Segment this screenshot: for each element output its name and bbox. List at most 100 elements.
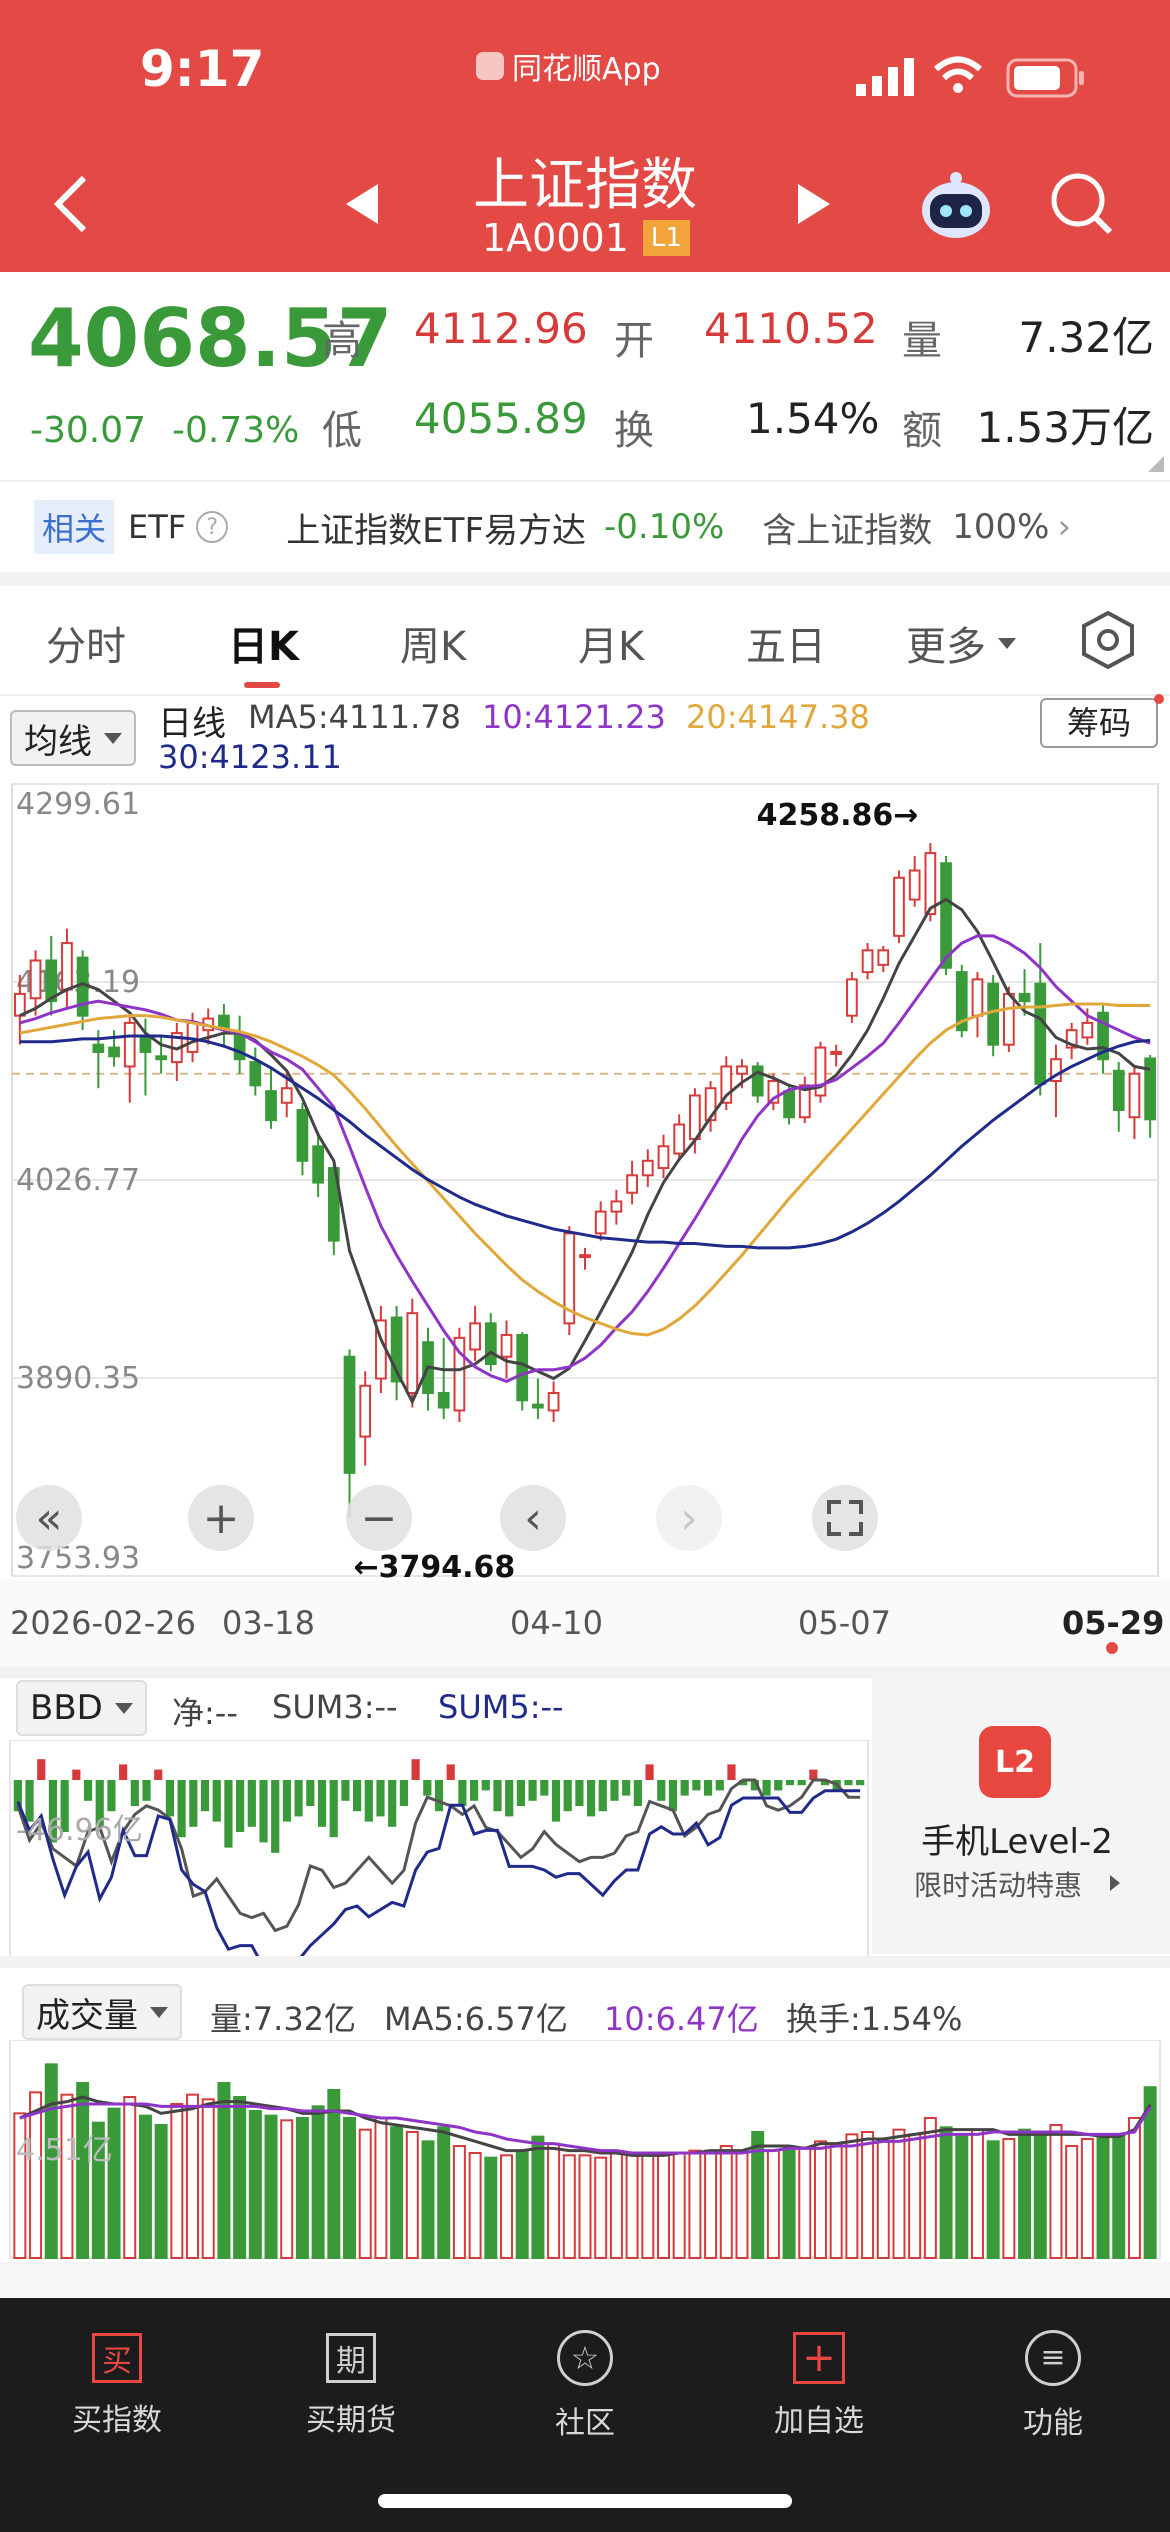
scroll-left-fast-button[interactable]: « <box>16 1485 82 1551</box>
volume-bar <box>719 2145 733 2259</box>
x-tick-label: 03-18 <box>222 1604 315 1642</box>
related-etf-row[interactable]: 相关 ETF ? 上证指数ETF易方达 -0.10% 含上证指数 100% › <box>0 482 1170 572</box>
candle <box>484 1322 497 1365</box>
volume-bar <box>123 2096 137 2259</box>
ma-selector[interactable]: 均线 <box>10 710 136 766</box>
home-indicator <box>378 2494 792 2508</box>
volume-chart[interactable]: 4.51亿 <box>0 2040 1170 2260</box>
volume-bar <box>233 2096 247 2259</box>
level2-promo[interactable]: L2 手机Level-2 限时活动特惠 <box>872 1672 1170 1954</box>
tab-five-day[interactable]: 五日 <box>746 614 826 672</box>
tab-monthly-k[interactable]: 月K <box>578 614 644 672</box>
volume-bar <box>311 2105 325 2260</box>
bbd-bar <box>633 1780 642 1806</box>
bbd-bar <box>142 1780 151 1801</box>
search-icon[interactable] <box>1050 172 1114 240</box>
settings-hexagon-icon[interactable] <box>1080 610 1136 674</box>
candle <box>830 1050 843 1055</box>
bbd-sum5: SUM5:-- <box>438 1688 564 1726</box>
candle <box>736 1065 748 1075</box>
volume-bar <box>798 2147 812 2259</box>
scroll-right-button[interactable]: › <box>656 1485 722 1551</box>
nav-buy-index[interactable]: 买 买指数 <box>0 2298 234 2473</box>
bbd-bar <box>306 1780 315 1806</box>
candle <box>987 982 1000 1046</box>
bbd-bar <box>563 1780 572 1812</box>
zoom-in-button[interactable]: + <box>188 1485 254 1551</box>
low-label: 低 <box>322 408 362 454</box>
next-stock-button[interactable] <box>796 182 832 230</box>
y-tick-label: 4026.77 <box>16 1163 140 1198</box>
nav-community[interactable]: ☆ 社区 <box>468 2298 702 2473</box>
status-time: 9:17 <box>140 40 265 98</box>
tab-more[interactable]: 更多 <box>906 614 1016 672</box>
bbd-bar <box>703 1780 713 1796</box>
bbd-bar <box>165 1780 175 1817</box>
bbd-bar <box>329 1780 338 1838</box>
candle <box>893 876 905 937</box>
candle <box>343 1355 356 1474</box>
bbd-bar <box>610 1780 619 1801</box>
bbd-selector[interactable]: BBD <box>16 1680 147 1736</box>
volume-selector[interactable]: 成交量 <box>22 1984 182 2040</box>
x-tick-label: 05-07 <box>798 1604 891 1642</box>
volume-current: 量:7.32亿 <box>210 2000 357 2038</box>
level2-title: 手机Level-2 <box>921 1822 1113 1862</box>
signal-icon <box>856 58 914 96</box>
tab-intraday[interactable]: 分时 <box>46 614 126 672</box>
candlestick-chart[interactable]: 4299.614163.194026.773890.353753.934258.… <box>0 780 1170 1600</box>
candle <box>657 1145 670 1170</box>
candle <box>437 1392 450 1409</box>
bbd-bar <box>516 1780 525 1806</box>
amount-value: 1.53万亿 <box>976 403 1154 452</box>
candle <box>92 1043 105 1053</box>
bbd-bar <box>353 1780 362 1812</box>
candle <box>469 1322 481 1351</box>
volume-bar <box>421 2140 435 2259</box>
app-logo-icon <box>476 52 504 80</box>
volume-bar <box>813 2140 827 2259</box>
candle <box>233 1032 246 1061</box>
tab-daily-k[interactable]: 日K <box>228 614 299 672</box>
nav-buy-futures[interactable]: 期 买期货 <box>234 2298 468 2473</box>
volume-bar <box>547 2142 561 2259</box>
volume-bar <box>374 2117 388 2259</box>
help-icon[interactable]: ? <box>196 511 229 543</box>
volume-bar <box>656 2154 670 2259</box>
bbd-bar <box>107 1780 116 1812</box>
open-label: 开 <box>614 318 654 364</box>
bbd-bar <box>551 1780 561 1822</box>
etf-label: ETF <box>128 508 187 546</box>
high-label: 高 <box>322 318 362 364</box>
candle <box>13 992 26 1017</box>
robot-assistant-icon[interactable] <box>918 170 994 244</box>
bbd-bar <box>236 1780 245 1832</box>
sum5-line <box>16 1789 861 1960</box>
volume-bar <box>154 2124 168 2259</box>
zoom-out-button[interactable]: − <box>346 1485 412 1551</box>
level2-logo: L2 <box>979 1726 1051 1798</box>
bbd-bar <box>645 1764 654 1780</box>
stock-code-row: 1A0001 L1 <box>482 216 690 260</box>
futures-icon: 期 <box>326 2332 376 2383</box>
volume-bar <box>641 2152 655 2259</box>
bbd-bar <box>388 1780 397 1827</box>
tab-weekly-k[interactable]: 周K <box>400 614 466 672</box>
scroll-left-button[interactable]: ‹ <box>500 1485 566 1551</box>
bbd-chart[interactable]: -46.96亿 <box>0 1740 872 1960</box>
expand-corner-icon[interactable] <box>1148 456 1164 472</box>
turnover-label: 换 <box>614 408 654 454</box>
price-change-pct: -0.73% <box>172 410 300 451</box>
bbd-bar <box>622 1780 631 1796</box>
candle <box>971 978 984 1017</box>
bbd-bar <box>481 1780 490 1791</box>
volume-bar <box>138 2114 152 2259</box>
chip-button[interactable]: 筹码 <box>1040 698 1158 748</box>
nav-functions[interactable]: ≡ 功能 <box>936 2298 1170 2473</box>
bbd-bar <box>598 1780 607 1812</box>
bottom-navigation: 买 买指数 期 买期货 ☆ 社区 + 加自选 ≡ 功能 <box>0 2298 1170 2532</box>
nav-add-watchlist[interactable]: + 加自选 <box>702 2298 936 2473</box>
bbd-bar <box>540 1780 549 1796</box>
fullscreen-button[interactable] <box>812 1485 878 1551</box>
bbd-bar <box>294 1780 303 1817</box>
